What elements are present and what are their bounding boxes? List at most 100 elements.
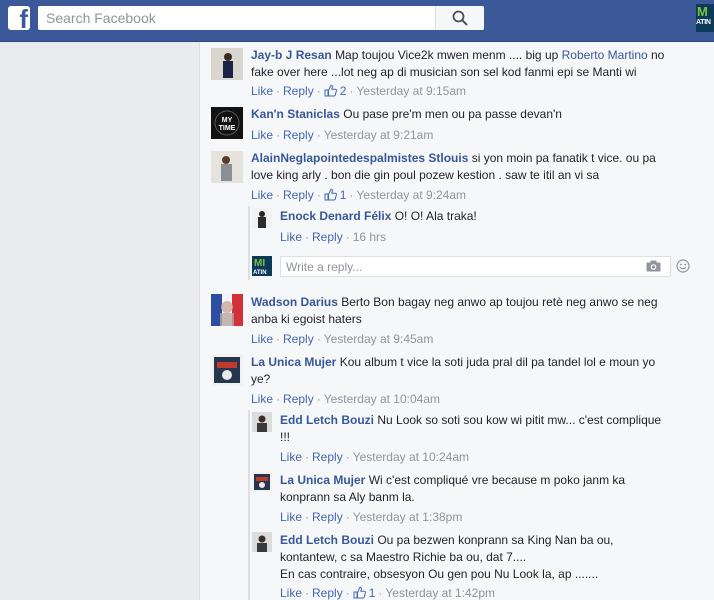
like-link[interactable]: Like — [251, 84, 273, 98]
comment-actions: Like · Reply · 1 · Yesterday at 9:24am — [251, 188, 467, 202]
avatar[interactable]: MY TIME — [211, 107, 243, 139]
avatar[interactable] — [211, 48, 243, 80]
current-user-avatar: MI ATIN — [252, 256, 272, 276]
comment-author[interactable]: Jay-b J Resan — [251, 48, 332, 62]
thumbs-up-icon — [324, 84, 337, 97]
reply-link[interactable]: Reply — [312, 450, 343, 464]
avatar[interactable] — [252, 472, 272, 492]
like-count[interactable]: 1 — [353, 586, 376, 600]
comment-text-continued: En cas contraire, obsesyon Ou gen pou Nu… — [280, 567, 599, 581]
like-count[interactable]: 1 — [324, 188, 347, 202]
comment-text: O! O! Ala traka! — [394, 209, 477, 223]
comment-actions: Like · Reply · Yesterday at 9:21am — [251, 128, 434, 142]
comment-body: Wadson Darius Berto Bon bagay neg anwo a… — [251, 294, 671, 328]
logo-letter: f — [19, 6, 28, 30]
reply-input[interactable] — [281, 257, 611, 276]
reply-link[interactable]: Reply — [283, 188, 314, 202]
like-link[interactable]: Like — [280, 586, 302, 600]
reply-thread-line — [248, 410, 250, 600]
comment-author[interactable]: La Unica Mujer — [280, 473, 365, 487]
comment-text: Ou pase pre'm men ou pa passe devan'n — [343, 107, 562, 121]
reply-link[interactable]: Reply — [283, 84, 314, 98]
like-link[interactable]: Like — [251, 332, 273, 346]
like-link[interactable]: Like — [280, 230, 302, 244]
avatar[interactable] — [211, 294, 243, 326]
timestamp[interactable]: Yesterday at 9:15am — [356, 84, 466, 98]
page-logo-icon[interactable]: M ATIN — [696, 4, 714, 32]
avatar[interactable] — [252, 412, 272, 432]
avatar[interactable] — [252, 532, 272, 552]
reply-body: Edd Letch Bouzi Ou pa bezwen konprann sa… — [280, 532, 670, 583]
page-logo-icon: MI ATIN — [252, 256, 272, 276]
timestamp[interactable]: Yesterday at 9:24am — [356, 188, 466, 202]
reply-link[interactable]: Reply — [312, 510, 343, 524]
comment-author[interactable]: Enock Denard Félix — [280, 209, 391, 223]
svg-text:ATIN: ATIN — [253, 270, 267, 276]
timestamp[interactable]: Yesterday at 1:42pm — [385, 586, 495, 600]
avatar[interactable] — [211, 354, 243, 386]
reply-actions: Like · Reply · Yesterday at 1:38pm — [280, 510, 463, 524]
comment-author[interactable]: Edd Letch Bouzi — [280, 413, 374, 427]
comment-body: Kan'n Staniclas Ou pase pre'm men ou pa … — [251, 106, 671, 123]
like-count-number: 2 — [339, 84, 347, 98]
avatar[interactable] — [252, 208, 272, 228]
emoji-icon[interactable] — [676, 259, 690, 273]
like-count[interactable]: 2 — [324, 84, 347, 98]
thumbs-up-icon — [324, 188, 337, 201]
facebook-logo-icon[interactable]: f — [8, 6, 30, 30]
avatar[interactable] — [211, 151, 243, 183]
reply-actions: Like · Reply · Yesterday at 10:24am — [280, 450, 470, 464]
comment-body: La Unica Mujer Kou album t vice la soti … — [251, 354, 671, 388]
timestamp[interactable]: Yesterday at 10:24am — [353, 450, 469, 464]
reply-link[interactable]: Reply — [283, 128, 314, 142]
timestamp[interactable]: 16 hrs — [353, 230, 386, 244]
comment-text: Map toujou Vice2k mwen menm .... big up — [335, 48, 562, 62]
like-count-number: 1 — [339, 188, 347, 202]
reply-link[interactable]: Reply — [283, 392, 314, 406]
timestamp[interactable]: Yesterday at 1:38pm — [353, 510, 463, 524]
camera-icon[interactable] — [646, 260, 661, 272]
comment-actions: Like · Reply · 2 · Yesterday at 9:15am — [251, 84, 467, 98]
thumbs-up-icon — [353, 586, 366, 599]
comment-author[interactable]: Edd Letch Bouzi — [280, 533, 374, 547]
page-logo-big: M — [697, 4, 708, 19]
search-input[interactable] — [38, 6, 450, 30]
user-photo-icon — [211, 151, 243, 183]
comment-author[interactable]: Kan'n Staniclas — [251, 107, 340, 121]
search-button[interactable] — [435, 6, 484, 30]
reply-composer — [280, 256, 690, 277]
page-logo-small: ATIN — [696, 19, 711, 26]
comment-actions: Like · Reply · Yesterday at 9:45am — [251, 332, 434, 346]
user-photo-icon — [252, 412, 272, 432]
comment-author[interactable]: La Unica Mujer — [251, 355, 336, 369]
timestamp[interactable]: Yesterday at 10:04am — [324, 392, 440, 406]
search-icon — [452, 10, 468, 26]
reply-actions: Like · Reply · 16 hrs — [280, 230, 387, 244]
top-nav-bar: f M ATIN — [0, 0, 714, 42]
comments-panel: Jay-b J Resan Map toujou Vice2k mwen men… — [199, 42, 714, 600]
like-link[interactable]: Like — [280, 450, 302, 464]
comment-author[interactable]: AlainNeglapointedespalmistes Stlouis — [251, 151, 468, 165]
mention-link[interactable]: Roberto Martino — [562, 48, 648, 62]
user-photo-icon — [211, 48, 243, 80]
search-box — [38, 6, 484, 30]
user-photo-icon — [211, 354, 243, 386]
reply-thread-line — [248, 206, 250, 280]
reply-link[interactable]: Reply — [283, 332, 314, 346]
like-count-number: 1 — [368, 586, 376, 600]
comment-actions: Like · Reply · Yesterday at 10:04am — [251, 392, 441, 406]
timestamp[interactable]: Yesterday at 9:45am — [324, 332, 434, 346]
reply-body: Edd Letch Bouzi Nu Look so soti sou kow … — [280, 412, 670, 446]
timestamp[interactable]: Yesterday at 9:21am — [324, 128, 434, 142]
reply-actions: Like · Reply · 1 · Yesterday at 1:42pm — [280, 586, 496, 600]
comment-author[interactable]: Wadson Darius — [251, 295, 338, 309]
comment-body: AlainNeglapointedespalmistes Stlouis si … — [251, 150, 671, 184]
like-link[interactable]: Like — [251, 392, 273, 406]
reply-link[interactable]: Reply — [312, 230, 343, 244]
user-photo-icon — [252, 208, 272, 228]
like-link[interactable]: Like — [280, 510, 302, 524]
like-link[interactable]: Like — [251, 188, 273, 202]
comment-body: Jay-b J Resan Map toujou Vice2k mwen men… — [251, 47, 671, 81]
reply-link[interactable]: Reply — [312, 586, 343, 600]
like-link[interactable]: Like — [251, 128, 273, 142]
